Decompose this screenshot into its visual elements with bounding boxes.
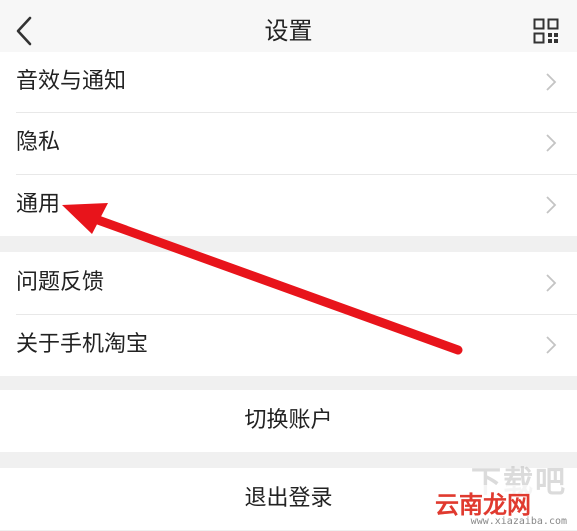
settings-item-sound-notification[interactable]: 音效与通知 — [0, 52, 577, 112]
qr-code-icon — [533, 18, 559, 44]
settings-group-1: 音效与通知 隐私 通用 — [0, 52, 577, 236]
chevron-right-icon — [546, 336, 557, 354]
chevron-right-icon — [546, 134, 557, 152]
settings-item-general[interactable]: 通用 — [0, 174, 577, 236]
switch-account-button[interactable]: 切换账户 — [0, 390, 577, 452]
chevron-right-icon — [546, 274, 557, 292]
chevron-right-icon — [546, 73, 557, 91]
settings-group-2: 问题反馈 关于手机淘宝 — [0, 252, 577, 376]
settings-item-about[interactable]: 关于手机淘宝 — [0, 314, 577, 376]
settings-item-privacy[interactable]: 隐私 — [0, 112, 577, 174]
chevron-right-icon — [546, 196, 557, 214]
settings-item-feedback[interactable]: 问题反馈 — [0, 252, 577, 314]
qr-code-button[interactable] — [533, 18, 559, 44]
settings-item-label: 音效与通知 — [16, 69, 127, 94]
settings-item-label: 关于手机淘宝 — [16, 332, 149, 357]
settings-item-label: 通用 — [16, 192, 61, 217]
settings-item-label: 隐私 — [16, 130, 61, 155]
logout-button[interactable]: 退出登录 — [0, 468, 577, 530]
settings-item-label: 问题反馈 — [16, 270, 105, 295]
